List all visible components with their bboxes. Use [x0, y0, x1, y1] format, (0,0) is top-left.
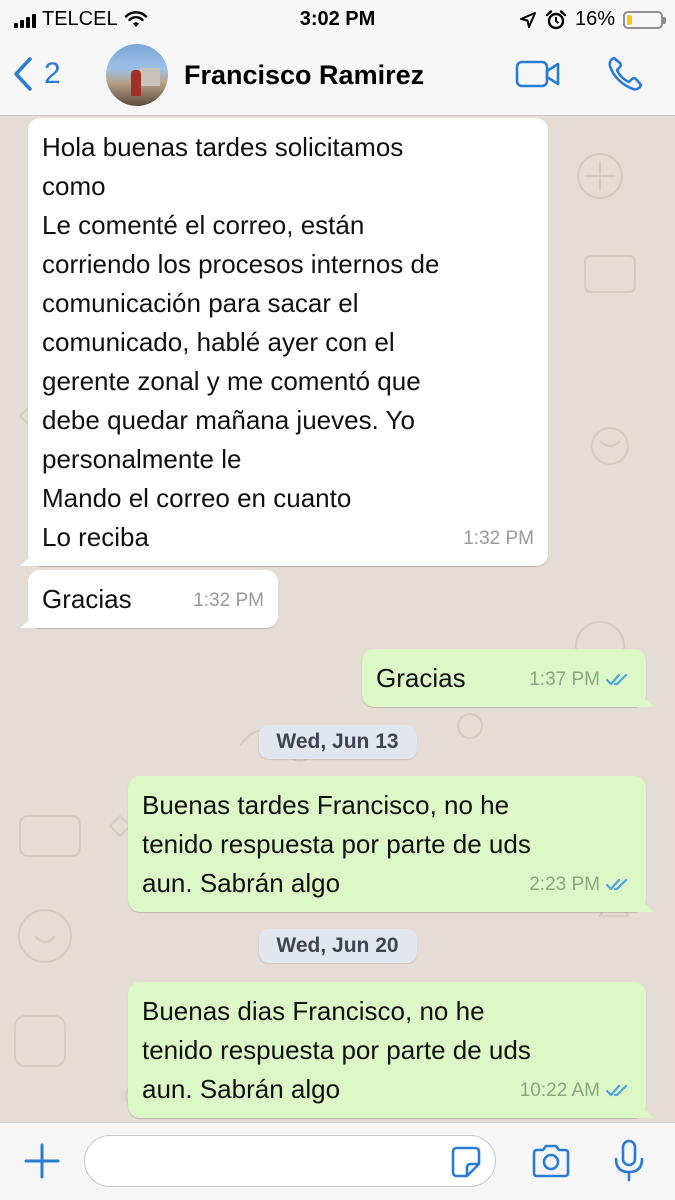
chevron-left-icon	[14, 57, 32, 91]
message-bubble-incoming[interactable]: Gracias 1:32 PM	[28, 570, 278, 628]
camera-icon[interactable]	[530, 1143, 572, 1179]
message-line: comunicación para sacar el	[42, 288, 359, 318]
message-meta: 1:32 PM	[193, 581, 264, 620]
video-call-icon[interactable]	[515, 59, 561, 89]
message-line: personalmente le	[42, 444, 242, 474]
call-actions	[515, 54, 645, 94]
message-meta: 10:22 AM	[520, 1071, 632, 1110]
status-right: 16%	[519, 8, 666, 31]
message-time: 1:37 PM	[529, 669, 600, 690]
status-bar: TELCEL 3:02 PM 16%	[0, 0, 675, 38]
message-line: Lo reciba	[42, 522, 149, 552]
battery-icon	[623, 10, 666, 29]
message-line: Hola buenas tardes solicitamos	[42, 132, 404, 162]
message-bubble-incoming[interactable]: Hola buenas tardes solicitamos como Le c…	[28, 118, 548, 566]
chat-header: 2 Francisco Ramirez	[0, 38, 675, 116]
plus-icon[interactable]	[22, 1141, 62, 1181]
message-line: debe quedar mañana jueves. Yo	[42, 405, 415, 435]
message-line: corriendo los procesos internos de	[42, 249, 440, 279]
alarm-clock-icon	[545, 9, 567, 29]
message-meta: 1:32 PM	[463, 519, 534, 558]
message-line: como	[42, 171, 106, 201]
message-bubble-outgoing[interactable]: Gracias 1:37 PM	[362, 649, 646, 707]
date-separator: Wed, Jun 20	[258, 929, 417, 963]
message-line: comunicado, hablé ayer con el	[42, 327, 395, 357]
message-line: Mando el correo en cuanto	[42, 483, 352, 513]
composer-bar	[0, 1122, 675, 1200]
date-separator: Wed, Jun 13	[258, 725, 417, 759]
message-line: tenido respuesta por parte de uds	[142, 829, 531, 859]
location-arrow-icon	[519, 11, 536, 28]
message-time: 1:32 PM	[193, 590, 264, 611]
read-receipt-icon	[606, 673, 628, 685]
message-time: 1:32 PM	[463, 528, 534, 549]
read-receipt-icon	[606, 878, 628, 890]
message-list[interactable]: Hola buenas tardes solicitamos como Le c…	[0, 116, 675, 1122]
message-line: Buenas dias Francisco, no he	[142, 996, 485, 1026]
message-bubble-outgoing[interactable]: Buenas tardes Francisco, no he tenido re…	[128, 776, 646, 912]
message-line: Le comenté el correo, están	[42, 210, 365, 240]
sticker-icon[interactable]	[449, 1146, 483, 1178]
microphone-icon[interactable]	[612, 1139, 646, 1183]
message-line: tenido respuesta por parte de uds	[142, 1035, 531, 1065]
voice-call-icon[interactable]	[605, 54, 645, 94]
contact-name[interactable]: Francisco Ramirez	[184, 60, 424, 91]
unread-count: 2	[44, 57, 61, 90]
message-meta: 1:37 PM	[529, 660, 632, 699]
contact-avatar[interactable]	[106, 44, 168, 106]
message-input[interactable]	[84, 1135, 496, 1187]
message-bubble-outgoing[interactable]: Buenas dias Francisco, no he tenido resp…	[128, 982, 646, 1118]
message-line: Buenas tardes Francisco, no he	[142, 790, 510, 820]
message-time: 2:23 PM	[529, 874, 600, 895]
battery-percent: 16%	[574, 8, 615, 30]
message-line: gerente zonal y me comentó que	[42, 366, 421, 396]
back-button[interactable]: 2	[12, 56, 61, 92]
message-time: 10:22 AM	[519, 1080, 600, 1101]
message-meta: 2:23 PM	[529, 865, 632, 904]
read-receipt-icon	[606, 1084, 628, 1096]
